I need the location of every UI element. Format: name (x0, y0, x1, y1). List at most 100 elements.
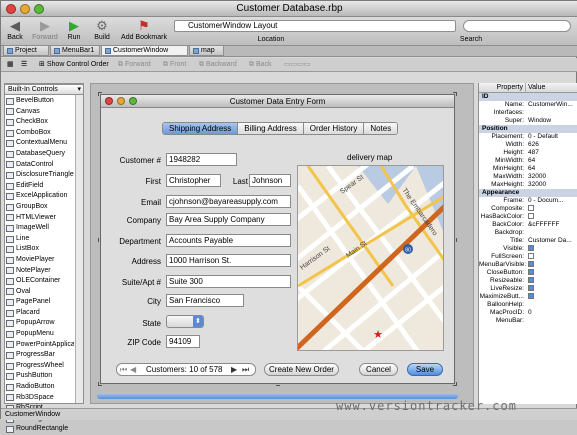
library-item[interactable]: PopupArrow (5, 318, 74, 329)
minimize-window-button[interactable] (20, 4, 30, 14)
customer-window[interactable]: Customer Data Entry Form Shipping Addres… (100, 94, 455, 384)
property-row[interactable]: Height: 487 (479, 149, 577, 157)
library-item[interactable]: PopupMenu (5, 329, 74, 340)
backward-order-button[interactable]: ⧉ Backward (199, 60, 237, 70)
property-value[interactable]: 32000 (526, 181, 546, 189)
city-field[interactable]: San Francisco (166, 294, 244, 307)
property-group-header[interactable]: Appearance (479, 189, 577, 197)
library-item[interactable]: ImageWell (5, 223, 74, 234)
form-minimize-button[interactable] (117, 97, 125, 105)
property-row[interactable]: Width: 626 (479, 141, 577, 149)
property-value[interactable]: 0 (526, 309, 532, 317)
library-item[interactable]: GroupBox (5, 202, 74, 213)
library-item[interactable]: EditField (5, 181, 74, 192)
customer-number-field[interactable]: 1948282 (166, 153, 237, 166)
library-item[interactable]: Canvas (5, 107, 74, 118)
library-item[interactable]: Line (5, 234, 74, 245)
property-value[interactable] (526, 109, 528, 117)
library-item[interactable]: PagePanel (5, 297, 74, 308)
property-value[interactable]: 64 (526, 165, 535, 173)
zoom-window-button[interactable] (34, 4, 44, 14)
property-row[interactable]: MaximizeButt... (479, 293, 577, 301)
property-row[interactable]: BackColor: &cFFFFFF (479, 221, 577, 229)
library-item[interactable]: BevelButton (5, 96, 74, 107)
property-checkbox[interactable] (528, 261, 534, 268)
library-item[interactable]: ContextualMenu (5, 138, 74, 149)
property-checkbox[interactable] (528, 277, 534, 284)
property-row[interactable]: MaxWidth: 32000 (479, 173, 577, 181)
library-item[interactable]: Oval (5, 287, 74, 298)
layout-view-icon[interactable]: ▦ (7, 60, 14, 70)
library-item[interactable]: DisclosureTriangle (5, 170, 74, 181)
forward-order-button[interactable]: ⧉ Forward (118, 60, 151, 70)
library-item[interactable]: DatabaseQuery (5, 149, 74, 160)
property-value[interactable] (526, 229, 528, 237)
save-button[interactable]: Save (407, 363, 443, 376)
library-item[interactable]: Rb3DSpace (5, 393, 74, 404)
library-item[interactable]: RoundRectangle (5, 424, 74, 435)
tab-notes[interactable]: Notes (364, 123, 398, 134)
property-checkbox[interactable] (528, 269, 534, 276)
property-checkbox[interactable] (528, 285, 534, 292)
library-scrollbar[interactable] (75, 84, 83, 403)
add-bookmark-button[interactable]: ⚑ Add Bookmark (119, 19, 169, 42)
property-row[interactable]: MenuBar: (479, 317, 577, 325)
property-value[interactable]: 487 (526, 149, 539, 157)
library-item[interactable]: ProgressWheel (5, 361, 74, 372)
library-item[interactable]: OLEContainer (5, 276, 74, 287)
property-row[interactable]: LiveResize: (479, 285, 577, 293)
property-row[interactable]: FullScreen: (479, 253, 577, 261)
property-row[interactable]: BalloonHelp: (479, 301, 577, 309)
alignment-icon[interactable]: ▭▭▭▭ (284, 60, 310, 70)
property-row[interactable]: Name: CustomerWin... (479, 101, 577, 109)
property-value[interactable]: 0 - Default (526, 133, 558, 141)
state-popup[interactable]: ⬍ (166, 315, 204, 328)
property-checkbox[interactable] (528, 205, 534, 212)
property-row[interactable]: Frame: 0 - Docum... (479, 197, 577, 205)
tab-map[interactable]: map (189, 46, 224, 56)
library-item[interactable]: Placard (5, 308, 74, 319)
run-button[interactable]: ▶ Run (64, 19, 84, 42)
property-row[interactable]: MinWidth: 64 (479, 157, 577, 165)
forward-button[interactable]: ▶ Forward (30, 19, 60, 42)
property-row[interactable]: HasBackColor: (479, 213, 577, 221)
property-row[interactable]: Super: Window (479, 117, 577, 125)
property-row[interactable]: Resizeable: (479, 277, 577, 285)
create-new-order-button[interactable]: Create New Order (264, 363, 339, 376)
tab-project[interactable]: Project (3, 46, 49, 56)
property-row[interactable]: Interfaces: (479, 109, 577, 117)
back-order-button[interactable]: ⧉ Back (249, 60, 272, 70)
property-value[interactable]: 626 (526, 141, 539, 149)
company-field[interactable]: Bay Area Supply Company (166, 213, 291, 226)
form-zoom-button[interactable] (129, 97, 137, 105)
property-row[interactable]: Title: Customer Da... (479, 237, 577, 245)
form-close-button[interactable] (105, 97, 113, 105)
property-value[interactable]: CustomerWin... (526, 101, 573, 109)
back-button[interactable]: ◀ Back (5, 19, 25, 42)
property-row[interactable]: Backdrop: (479, 229, 577, 237)
property-value[interactable]: 32000 (526, 173, 546, 181)
property-value[interactable]: 0 - Docum... (526, 197, 563, 205)
suite-field[interactable]: Suite 300 (166, 275, 291, 288)
cancel-button[interactable]: Cancel (359, 363, 398, 376)
zip-field[interactable]: 94109 (166, 335, 200, 348)
library-item[interactable]: PowerPointApplicati... (5, 340, 74, 351)
controls-library-selector[interactable]: Built-In Controls ▾ (4, 84, 84, 95)
property-checkbox[interactable] (528, 253, 534, 260)
close-window-button[interactable] (6, 4, 16, 14)
property-value[interactable]: Customer Da... (526, 237, 572, 245)
first-record-icon[interactable]: ⏮ (120, 364, 127, 375)
email-field[interactable]: cjohnson@bayareasupply.com (166, 195, 291, 208)
property-checkbox[interactable] (528, 245, 534, 252)
previous-record-icon[interactable]: ◀ (130, 364, 136, 375)
property-value[interactable] (526, 301, 528, 309)
department-field[interactable]: Accounts Payable (166, 234, 291, 247)
tab-billing-address[interactable]: Billing Address (238, 123, 304, 134)
property-checkbox[interactable] (528, 293, 534, 300)
delivery-map[interactable]: 80 Spear St The Embarcadero Harrison St … (297, 165, 444, 351)
property-checkbox[interactable] (528, 213, 534, 220)
property-row[interactable]: MaxHeight: 32000 (479, 181, 577, 189)
search-input[interactable] (463, 20, 571, 32)
library-item[interactable]: ExcelApplication (5, 191, 74, 202)
property-value[interactable] (526, 317, 528, 325)
